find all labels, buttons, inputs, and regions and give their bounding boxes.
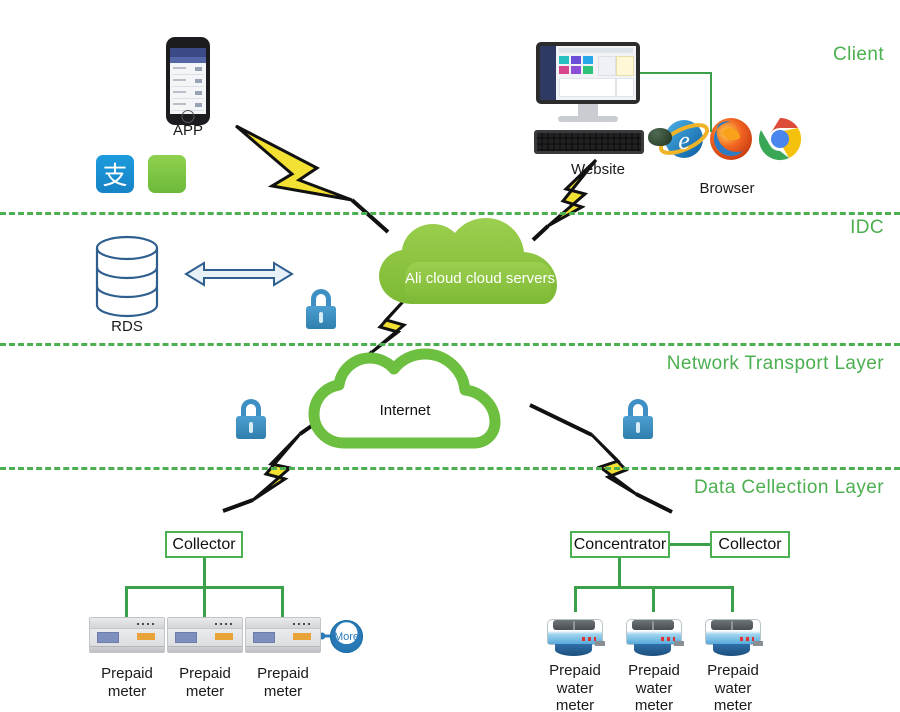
divider-client-idc xyxy=(0,212,900,215)
internet-cloud-shape xyxy=(308,348,501,449)
concentrator-to-collector-line xyxy=(670,543,710,546)
chrome-icon xyxy=(758,117,802,161)
desktop-monitor-icon xyxy=(536,42,640,104)
bidirectional-arrow xyxy=(184,261,294,287)
firefox-icon xyxy=(710,118,752,160)
left-tree-trunk xyxy=(203,558,206,588)
bolt-app-to-cloud xyxy=(235,124,390,234)
right-tree-trunk xyxy=(618,558,621,588)
water-meter-2 xyxy=(624,610,684,658)
divider-idc-network xyxy=(0,343,900,346)
website-label: Website xyxy=(571,161,625,178)
lock-icon-internet-right xyxy=(623,399,653,439)
wechat-icon xyxy=(148,155,186,193)
internet-label: Internet xyxy=(379,402,431,419)
layer-label-collection: Data Cellection Layer xyxy=(693,477,884,498)
water-meter-3 xyxy=(703,610,763,658)
monitor-link-drop xyxy=(710,72,712,132)
mouse-icon xyxy=(648,128,672,146)
monitor-to-link-line xyxy=(640,72,712,74)
browser-label: Browser xyxy=(699,180,755,197)
collector-box-left[interactable]: Collector xyxy=(165,531,243,558)
prepaid-meter-label-1: Prepaid meter xyxy=(101,665,153,700)
rds-label: RDS xyxy=(111,318,143,335)
divider-network-collection xyxy=(0,467,900,470)
keyboard-icon xyxy=(534,130,644,154)
prepaid-meter-label-2: Prepaid meter xyxy=(179,665,231,700)
alipay-glyph: 支 xyxy=(102,161,128,190)
left-tree-drop-3 xyxy=(281,586,284,618)
right-tree-drop-2 xyxy=(652,586,655,612)
more-badge-label: More xyxy=(333,630,360,643)
app-label: APP xyxy=(172,122,203,139)
lock-icon-internet-left xyxy=(236,399,266,439)
prepaid-water-meter-label-2: Prepaid water meter xyxy=(628,662,680,712)
ali-cloud-shape xyxy=(379,218,557,304)
prepaid-meter-label-3: Prepaid meter xyxy=(257,665,309,700)
prepaid-water-meter-label-1: Prepaid water meter xyxy=(549,662,601,712)
alipay-icon: 支 xyxy=(96,155,134,193)
water-meter-1 xyxy=(545,610,605,658)
collector-left-label: Collector xyxy=(172,535,236,553)
left-tree-drop-2 xyxy=(203,586,206,618)
electric-meter-1 xyxy=(89,617,165,653)
concentrator-label: Concentrator xyxy=(573,535,667,553)
collector-box-right[interactable]: Collector xyxy=(710,531,790,558)
svg-text:e: e xyxy=(678,126,690,155)
collector-right-label: Collector xyxy=(718,535,782,553)
ali-cloud-label: Ali cloud cloud servers xyxy=(404,270,556,287)
left-tree-drop-1 xyxy=(125,586,128,618)
electric-meter-3 xyxy=(245,617,321,653)
layer-label-client: Client xyxy=(833,44,884,65)
prepaid-water-meter-label-3: Prepaid water meter xyxy=(707,662,759,712)
right-tree-drop-3 xyxy=(731,586,734,612)
database-cylinder-icon xyxy=(95,235,159,318)
concentrator-box[interactable]: Concentrator xyxy=(570,531,670,558)
monitor-stand-base xyxy=(558,116,618,122)
layer-label-network: Network Transport Layer xyxy=(666,353,884,374)
right-tree-drop-1 xyxy=(574,586,577,612)
more-badge[interactable]: More xyxy=(330,620,363,653)
smartphone-icon xyxy=(166,37,210,125)
layer-label-idc: IDC xyxy=(850,217,884,238)
architecture-diagram: e Client IDC Network Transport Layer Dat… xyxy=(0,0,900,712)
lock-icon-idc xyxy=(306,289,336,329)
electric-meter-2 xyxy=(167,617,243,653)
